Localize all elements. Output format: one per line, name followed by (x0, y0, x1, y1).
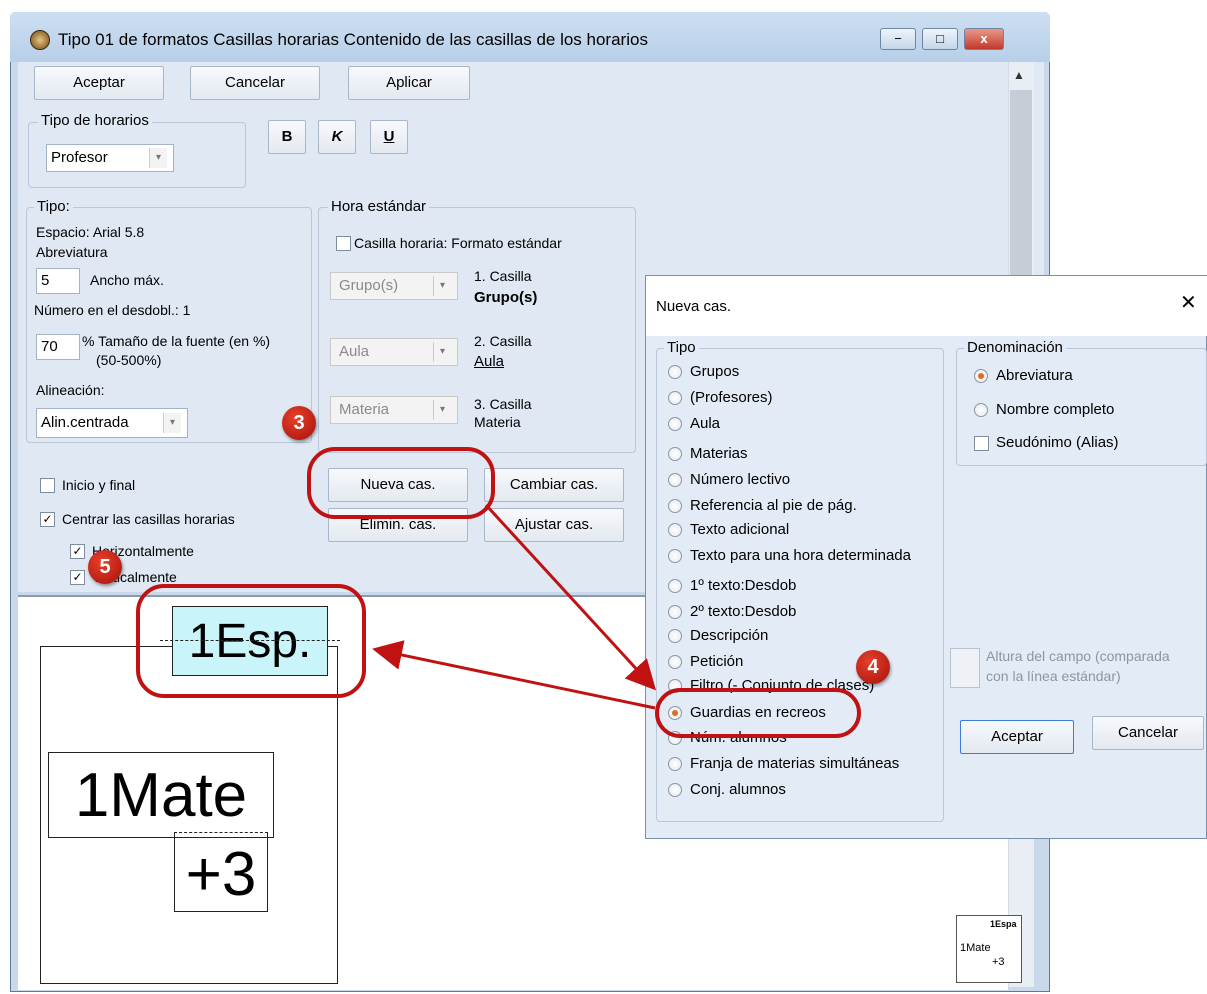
step-badge-3: 3 (282, 406, 316, 440)
step-badge-5: 5 (88, 550, 122, 584)
step-badge-4: 4 (856, 650, 890, 684)
arrow-to-preview (372, 640, 656, 710)
annotation-arrows (372, 503, 657, 710)
arrow-to-dialog (484, 503, 657, 691)
